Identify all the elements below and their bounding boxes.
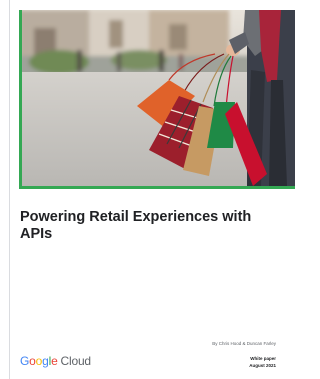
page-left-rule [9,0,10,379]
hero-photo [19,10,295,186]
author-credit: By Chris Hood & Duncan Farley [212,341,276,346]
logo-letter-e: e [51,354,58,368]
document-type: White paper [250,356,276,361]
logo-letter-g: G [20,354,30,368]
hero-accent-border-bottom [19,186,295,189]
logo-word-cloud: Cloud [60,354,92,368]
document-date: August 2021 [249,363,276,368]
document-meta: White paper August 2021 [249,355,276,369]
google-cloud-logo: Google Cloud [20,354,91,368]
hero-accent-border-left [19,10,22,189]
whitepaper-cover: Powering Retail Experiences with APIs By… [0,0,295,379]
document-title: Powering Retail Experiences with APIs [20,209,252,242]
